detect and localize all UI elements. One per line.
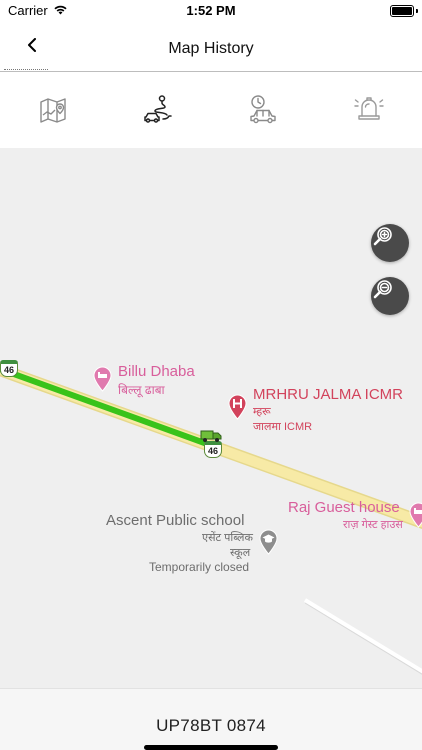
status-time: 1:52 PM bbox=[186, 3, 236, 18]
poi-sublabel2-mrhru: जालमा ICMR bbox=[253, 421, 313, 433]
chevron-left-icon bbox=[27, 37, 37, 57]
tab-map[interactable] bbox=[37, 95, 69, 127]
page-title: Map History bbox=[168, 40, 254, 57]
poi-sublabel-billu-dhaba: बिल्लू ढाबा bbox=[118, 383, 165, 397]
highway-number: 46 bbox=[3, 365, 14, 375]
back-button[interactable] bbox=[20, 35, 44, 59]
poi-label-raj-guest-house: Raj Guest house bbox=[288, 499, 400, 516]
poi-sublabel-ascent-school: एसेंट पब्लिक bbox=[202, 532, 253, 544]
battery-icon bbox=[390, 5, 414, 17]
tab-bar bbox=[0, 73, 422, 148]
zoom-in-button[interactable] bbox=[371, 224, 409, 262]
scroll-indicator bbox=[4, 69, 48, 72]
route-car-icon bbox=[143, 94, 173, 129]
minor-road-edge bbox=[304, 602, 422, 675]
vehicle-number: UP78BT 0874 bbox=[156, 716, 266, 735]
alarm-bell-icon bbox=[354, 94, 384, 129]
map-view[interactable]: 46 46 Billu Dhaba बिल्लू ढाबा MRHRU JALM… bbox=[0, 148, 422, 688]
highway-number: 46 bbox=[207, 446, 218, 456]
clock-car-icon bbox=[248, 94, 278, 129]
map-icon bbox=[39, 95, 67, 128]
poi-sublabel-mrhru: म्हरू bbox=[253, 406, 271, 418]
highway-shield-center: 46 bbox=[204, 441, 222, 458]
tab-alerts[interactable] bbox=[353, 95, 385, 127]
poi-label-mrhru: MRHRU JALMA ICMR bbox=[253, 386, 404, 403]
highway-shield-west: 46 bbox=[0, 360, 18, 377]
map-roads bbox=[0, 362, 422, 675]
home-indicator[interactable] bbox=[144, 745, 278, 750]
navigation-bar: Map History bbox=[0, 22, 422, 72]
tab-route[interactable] bbox=[142, 94, 174, 129]
zoom-out-button[interactable] bbox=[371, 277, 409, 315]
status-bar: Carrier 1:52 PM bbox=[0, 0, 422, 22]
battery-cap bbox=[416, 9, 418, 13]
poi-sublabel-raj-guest-house: राज़ गेस्ट हाउस bbox=[343, 519, 403, 531]
vehicle-info-panel[interactable]: UP78BT 0874 bbox=[0, 688, 422, 750]
poi-label-billu-dhaba: Billu Dhaba bbox=[118, 363, 195, 380]
poi-sublabel2-ascent-school: स्कूल bbox=[230, 547, 251, 559]
poi-label-ascent-school: Ascent Public school bbox=[106, 512, 245, 529]
tab-trip-history[interactable] bbox=[247, 94, 279, 129]
poi-status-ascent-school: Temporarily closed bbox=[149, 560, 250, 574]
